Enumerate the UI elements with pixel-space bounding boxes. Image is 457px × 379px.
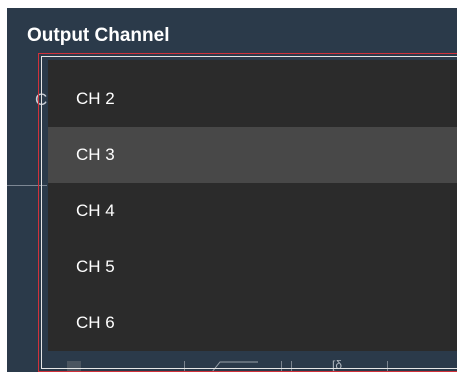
dropdown-item-ch3[interactable]: CH 3: [48, 127, 457, 183]
dropdown-item-label: CH 2: [76, 89, 115, 108]
app-window: Output Channel C [δ CH 2 CH 3 CH 4 CH 5: [0, 0, 457, 379]
dropdown-item-label: CH 6: [76, 313, 115, 332]
dropdown-item-ch4[interactable]: CH 4: [48, 183, 457, 239]
dropdown-item-ch5[interactable]: CH 5: [48, 239, 457, 295]
dropdown-top-edge: [48, 60, 457, 71]
channel-dropdown-popup: CH 2 CH 3 CH 4 CH 5 CH 6: [38, 53, 457, 372]
dropdown-item-ch6[interactable]: CH 6: [48, 295, 457, 351]
dropdown-item-label: CH 5: [76, 257, 115, 276]
dropdown-item-label: CH 4: [76, 201, 115, 220]
dropdown-item-label: CH 3: [76, 145, 115, 164]
dropdown-list: CH 2 CH 3 CH 4 CH 5 CH 6: [48, 71, 457, 351]
dropdown-item-ch2[interactable]: CH 2: [48, 71, 457, 127]
panel-title: Output Channel: [27, 25, 170, 46]
